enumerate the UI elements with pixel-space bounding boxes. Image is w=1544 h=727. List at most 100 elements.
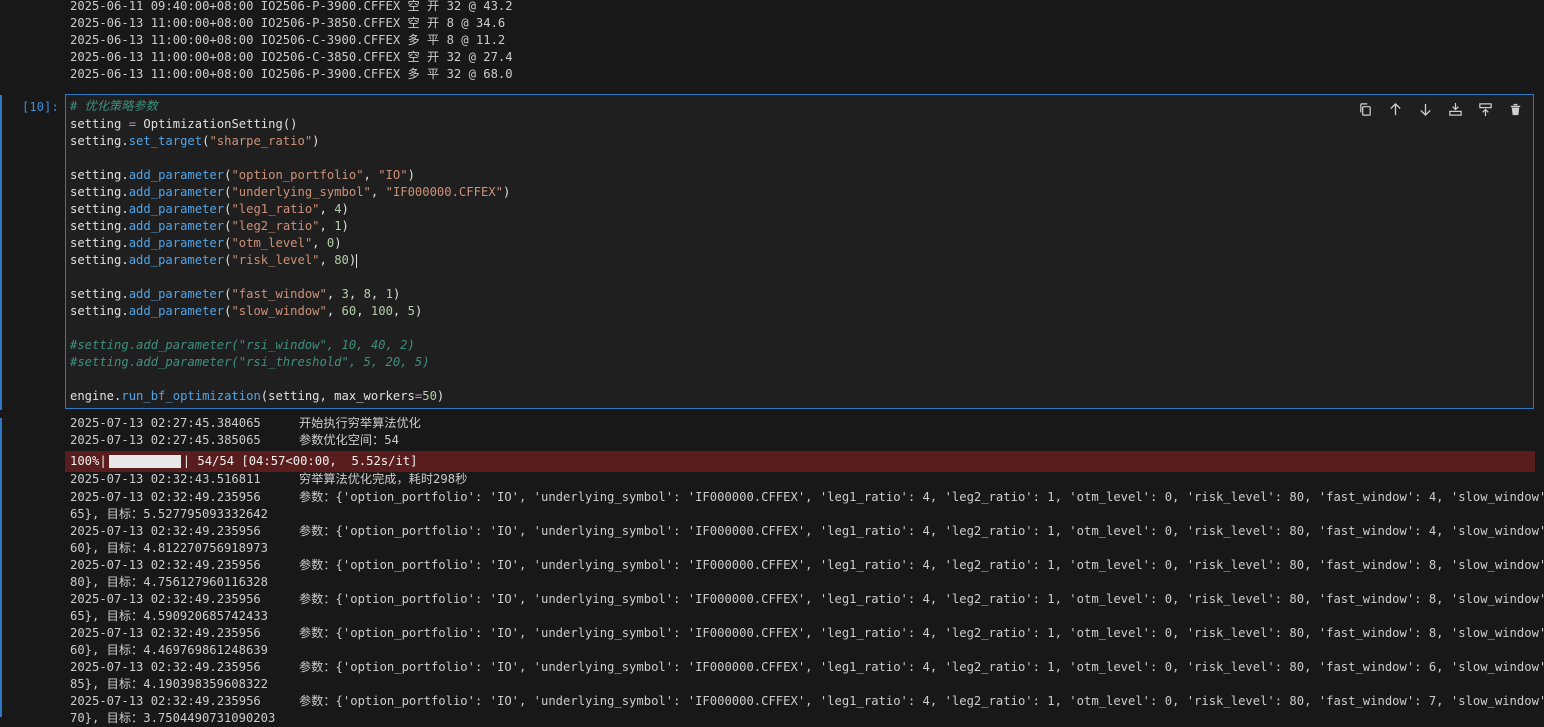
move-down-icon[interactable]: [1415, 99, 1435, 119]
cell-selection-bar[interactable]: [0, 95, 2, 410]
code-token: setting: [70, 236, 122, 250]
trade-log-line: 2025-06-13 11:00:00+08:00 IO2506-C-3850.…: [70, 50, 513, 64]
code-token: ,: [319, 202, 335, 216]
code-token: 80: [334, 253, 349, 267]
code-token: "IF000000.CFFEX": [385, 185, 503, 199]
code-token: 100: [370, 304, 393, 318]
code-token: ,: [356, 304, 371, 318]
log-line: 2025-07-13 02:27:45.385065 参数优化空间：54: [70, 432, 399, 449]
result-line: 2025-07-13 02:32:49.235956 参数：{'option_po…: [70, 523, 1544, 540]
code-token: "IO": [378, 168, 408, 182]
progress-stats: | 54/54 [04:57<00:00, 5.52s/it]: [182, 454, 418, 468]
code-token: ): [414, 304, 423, 318]
code-token: ,: [319, 253, 335, 267]
result-target: 60}, 目标：4.469769861248639: [70, 643, 268, 657]
code-token: .: [121, 236, 129, 250]
result-params: 参数：{'option_portfolio': 'IO', 'underlyin…: [299, 558, 1544, 572]
result-line: 2025-07-13 02:32:49.235956 参数：{'option_po…: [70, 591, 1544, 608]
trade-log-line: 2025-06-13 11:00:00+08:00 IO2506-C-3900.…: [70, 33, 506, 47]
result-target: 80}, 目标：4.756127960116328: [70, 575, 268, 589]
code-token: engine: [70, 389, 115, 403]
result-params: 参数：{'option_portfolio': 'IO', 'underlyin…: [299, 660, 1544, 674]
code-token: .: [121, 219, 129, 233]
log-timestamp: 2025-07-13 02:32:49.235956: [70, 592, 261, 606]
result-params: 参数：{'option_portfolio': 'IO', 'underlyin…: [299, 524, 1544, 538]
result-params: 参数：{'option_portfolio': 'IO', 'underlyin…: [299, 694, 1544, 708]
log-message: 开始执行穷举算法优化: [299, 416, 421, 430]
code-token: 60: [341, 304, 357, 318]
code-token: setting: [70, 134, 122, 148]
code-comment: # 优化策略参数: [70, 99, 158, 113]
text-cursor: [356, 253, 358, 268]
output-selection-bar[interactable]: [0, 418, 2, 717]
log-timestamp: 2025-07-13 02:27:45.384065: [70, 416, 261, 430]
code-token: "leg1_ratio": [231, 202, 320, 216]
log-timestamp: 2025-07-13 02:32:43.516811: [70, 472, 261, 486]
code-comment: #setting.add_parameter("rsi_threshold", …: [70, 355, 430, 369]
log-timestamp: 2025-07-13 02:32:49.235956: [70, 660, 261, 674]
insert-below-icon[interactable]: [1475, 99, 1495, 119]
code-line-comment: #setting.add_parameter("rsi_window", 10,…: [70, 337, 415, 354]
code-token: add_parameter: [128, 219, 225, 233]
code-token: ,: [319, 219, 335, 233]
code-token: ): [502, 185, 511, 199]
code-token: ): [348, 253, 357, 267]
result-target: 85}, 目标：4.190398359608322: [70, 677, 268, 691]
code-line: setting.add_parameter("leg1_ratio", 4): [70, 201, 349, 218]
code-token: setting: [70, 304, 122, 318]
code-token: .: [121, 185, 129, 199]
code-token: "leg2_ratio": [231, 219, 320, 233]
result-line: 2025-07-13 02:32:49.235956 参数：{'option_po…: [70, 557, 1544, 574]
result-target: 65}, 目标：4.590920685742433: [70, 609, 268, 623]
result-target: 65}, 目标：5.527795093332642: [70, 507, 268, 521]
log-line: 2025-07-13 02:32:43.516811 穷举算法优化完成，耗时298…: [70, 471, 467, 488]
result-params: 参数：{'option_portfolio': 'IO', 'underlyin…: [299, 490, 1544, 504]
code-token: 5: [407, 304, 415, 318]
code-line: setting.add_parameter("slow_window", 60,…: [70, 303, 422, 320]
log-message: 穷举算法优化完成，耗时298秒: [299, 472, 468, 486]
code-token: ): [341, 219, 349, 233]
code-token: ): [312, 134, 320, 148]
code-token: .: [121, 134, 129, 148]
progress-percent: 100%|: [70, 454, 107, 468]
code-token: add_parameter: [128, 202, 225, 216]
code-token: setting: [70, 117, 122, 131]
code-line: engine.run_bf_optimization(setting, max_…: [70, 388, 444, 405]
result-line: 2025-07-13 02:32:49.235956 参数：{'option_po…: [70, 659, 1544, 676]
result-params: 参数：{'option_portfolio': 'IO', 'underlyin…: [299, 592, 1544, 606]
code-token: "fast_window": [231, 287, 327, 301]
code-line: setting = OptimizationSetting(): [70, 116, 298, 133]
code-token: ,: [312, 236, 327, 250]
code-token: ): [334, 236, 342, 250]
copy-cell-icon[interactable]: [1355, 99, 1375, 119]
delete-icon[interactable]: [1505, 99, 1525, 119]
log-timestamp: 2025-07-13 02:32:49.235956: [70, 558, 261, 572]
code-token: ,: [363, 168, 379, 182]
code-token: .: [121, 168, 129, 182]
code-token: add_parameter: [128, 185, 225, 199]
code-token: add_parameter: [128, 287, 225, 301]
code-token: ): [290, 117, 298, 131]
code-token: ,: [326, 304, 342, 318]
result-params: 参数：{'option_portfolio': 'IO', 'underlyin…: [299, 626, 1544, 640]
move-up-icon[interactable]: [1385, 99, 1405, 119]
code-token: 1: [334, 219, 342, 233]
code-line: setting.add_parameter("otm_level", 0): [70, 235, 342, 252]
code-token: add_parameter: [128, 168, 225, 182]
trade-log-line: 2025-06-13 11:00:00+08:00 IO2506-P-3900.…: [70, 67, 513, 81]
code-line-comment: # 优化策略参数: [70, 98, 158, 115]
code-token: add_parameter: [128, 253, 225, 267]
code-token: ,: [392, 304, 408, 318]
log-message: 参数优化空间：54: [299, 433, 399, 447]
code-token: setting: [70, 219, 122, 233]
cell-toolbar: [1355, 99, 1525, 119]
code-token: setting: [70, 185, 122, 199]
code-line: setting.add_parameter("fast_window", 3, …: [70, 286, 400, 303]
result-line: 2025-07-13 02:32:49.235956 参数：{'option_po…: [70, 693, 1544, 710]
insert-above-icon[interactable]: [1445, 99, 1465, 119]
code-token: "otm_level": [231, 236, 313, 250]
code-token: .: [121, 287, 129, 301]
code-token: setting: [70, 287, 122, 301]
code-line: setting.add_parameter("option_portfolio"…: [70, 167, 415, 184]
code-token: 50: [422, 389, 437, 403]
